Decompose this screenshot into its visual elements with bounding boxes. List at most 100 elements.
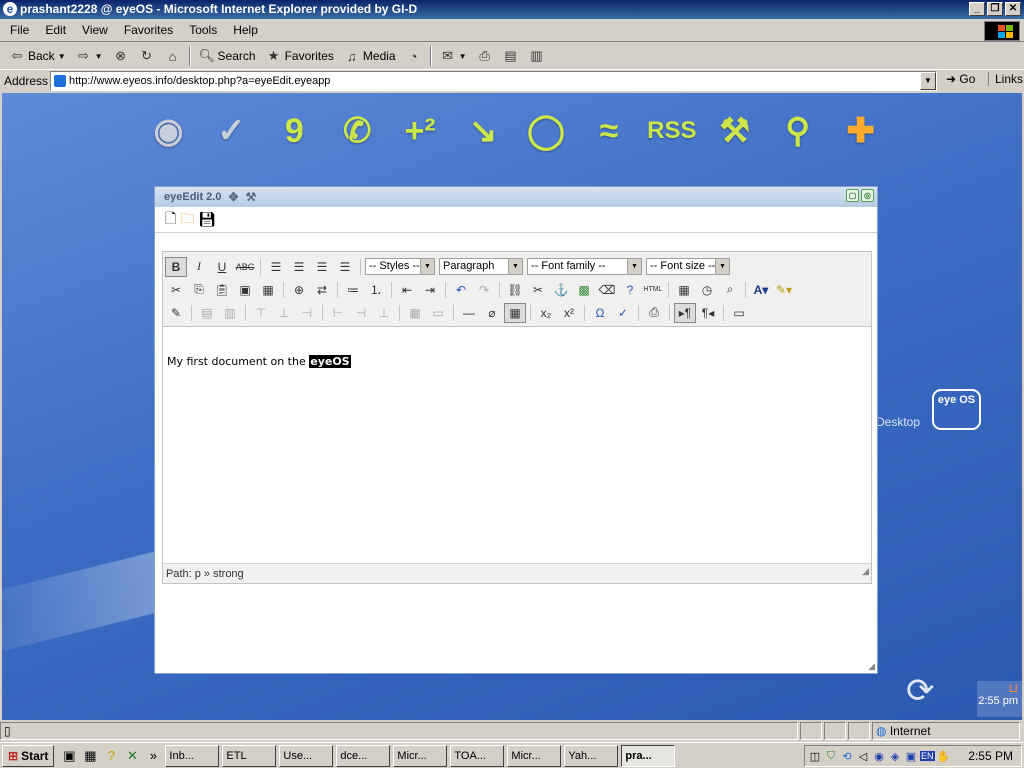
tray-clock[interactable]: 2:55 PM	[968, 749, 1013, 763]
paste-icon[interactable]: 📋︎	[211, 280, 233, 300]
text-color-icon[interactable]: A▾	[750, 280, 772, 300]
redo-icon[interactable]: ↷	[473, 280, 495, 300]
task-micr-1[interactable]: Micr...	[393, 744, 448, 767]
image-icon[interactable]: ▩	[573, 280, 595, 300]
minimize-button[interactable]: _	[969, 2, 985, 16]
go-button[interactable]: ➜ Go	[946, 72, 975, 86]
remove-format-icon[interactable]: ⌀	[481, 303, 503, 323]
menu-tools[interactable]: Tools	[181, 23, 225, 37]
menu-file[interactable]: File	[2, 23, 37, 37]
plus-icon[interactable]: ✚	[834, 107, 887, 155]
new-document-icon[interactable]: 🗋	[165, 208, 176, 232]
split-cells-icon[interactable]: ▦	[404, 303, 426, 323]
stop-button[interactable]: ⊗	[108, 45, 134, 67]
chat-bubble-icon[interactable]: ◯	[520, 107, 573, 155]
wrench-icon[interactable]: ⚒	[708, 107, 761, 155]
insert-date-icon[interactable]: ▦	[673, 280, 695, 300]
url-dropdown-button[interactable]: ▼	[920, 72, 936, 90]
html-source-button[interactable]: HTML	[642, 280, 664, 300]
history-button[interactable]: ◔	[401, 45, 427, 67]
open-folder-icon[interactable]: 🗀	[180, 208, 194, 232]
insert-time-icon[interactable]: ◷	[696, 280, 718, 300]
spellcheck-icon[interactable]: ✓	[612, 303, 634, 323]
help-icon[interactable]: ?	[619, 280, 641, 300]
delete-col-icon[interactable]: ⊥	[373, 303, 395, 323]
font-size-select[interactable]: -- Font size --	[646, 258, 730, 275]
find-icon[interactable]: ⊕	[288, 280, 310, 300]
paste-word-icon[interactable]: ▦	[257, 280, 279, 300]
search-button[interactable]: 🔍︎ Search	[194, 45, 261, 67]
special-char-icon[interactable]: Ω	[589, 303, 611, 323]
pin-icon[interactable]: ⚲	[771, 107, 824, 155]
font-family-select[interactable]: -- Font family --	[527, 258, 642, 275]
row-after-icon[interactable]: ⊥	[273, 303, 295, 323]
print-button[interactable]: ⎙	[472, 45, 498, 67]
numbered-list-icon[interactable]: ⒈	[365, 280, 387, 300]
help-icon[interactable]: ?	[102, 748, 120, 763]
rtl-icon[interactable]: ¶◂	[697, 303, 719, 323]
bullet-list-icon[interactable]: ≔	[342, 280, 364, 300]
pointer-icon[interactable]: ↘	[457, 107, 510, 155]
align-right-button[interactable]: ☰	[311, 257, 333, 277]
editor-content-area[interactable]: My first document on the eyeOS	[163, 325, 871, 565]
col-before-icon[interactable]: ⊢	[327, 303, 349, 323]
anchor-icon[interactable]: ⚓	[550, 280, 572, 300]
window-resize-grip-icon[interactable]: ◢	[868, 661, 875, 672]
outdent-icon[interactable]: ⇤	[396, 280, 418, 300]
network-icon[interactable]: ◫	[808, 750, 822, 763]
task-yah[interactable]: Yah...	[564, 744, 619, 767]
align-left-button[interactable]: ☰	[265, 257, 287, 277]
connection-icon[interactable]: ▣	[904, 750, 918, 763]
menu-edit[interactable]: Edit	[37, 23, 74, 37]
underline-button[interactable]: U	[211, 257, 233, 277]
path-value[interactable]: p » strong	[195, 568, 244, 580]
restore-button[interactable]: ❐	[987, 2, 1003, 16]
undo-icon[interactable]: ↶	[450, 280, 472, 300]
start-button[interactable]: ⊞ Start	[2, 744, 55, 767]
subscript-icon[interactable]: x₂	[535, 303, 557, 323]
eyeos-logo[interactable]: eye OS	[932, 389, 981, 430]
menu-view[interactable]: View	[74, 23, 116, 37]
background-color-icon[interactable]: ✎▾	[773, 280, 795, 300]
task-etl[interactable]: ETL	[222, 744, 277, 767]
language-indicator[interactable]: EN	[920, 751, 935, 761]
home-button[interactable]: ⌂	[160, 45, 186, 67]
discuss-button[interactable]: ▥	[524, 45, 550, 67]
styles-select[interactable]: -- Styles --	[365, 258, 435, 275]
merge-cells-icon[interactable]: ▭	[427, 303, 449, 323]
task-toa[interactable]: TOA...	[450, 744, 505, 767]
format-select[interactable]: Paragraph	[439, 258, 523, 275]
window-close-button[interactable]: ◎	[861, 189, 874, 202]
strikethrough-button[interactable]: ABC	[234, 257, 256, 277]
back-button[interactable]: ⇦ Back ▼	[4, 45, 71, 67]
cell-props-icon[interactable]: ▥	[219, 303, 241, 323]
resize-grip-icon[interactable]: ◢	[862, 561, 869, 581]
media-button[interactable]: ♫ Media	[339, 45, 401, 67]
task-pra[interactable]: pra...	[621, 744, 676, 767]
italic-button[interactable]: I	[188, 257, 210, 277]
cleanup-icon[interactable]: ⌫	[596, 280, 618, 300]
phone-icon[interactable]: ✆	[331, 107, 384, 155]
fullscreen-icon[interactable]: ▭	[728, 303, 750, 323]
rss-icon[interactable]: RSS	[645, 107, 698, 155]
menu-help[interactable]: Help	[225, 23, 266, 37]
links-button[interactable]: Links	[988, 72, 1023, 86]
refresh-button[interactable]: ↻	[134, 45, 160, 67]
task-dce[interactable]: dce...	[336, 744, 391, 767]
shield-icon[interactable]: ⛉	[824, 750, 838, 763]
settings-icon[interactable]: ⚒	[246, 190, 257, 204]
row-before-icon[interactable]: ⊤	[250, 303, 272, 323]
task-inbox[interactable]: Inb...	[165, 744, 220, 767]
antivirus-icon[interactable]: ◉	[872, 750, 886, 763]
bold-button[interactable]: B	[165, 256, 187, 277]
more-icon[interactable]: »	[144, 748, 162, 763]
insert-table-icon[interactable]: ▦	[504, 302, 526, 323]
ltr-icon[interactable]: ▸¶	[674, 302, 696, 323]
table-props-icon[interactable]: ▤	[196, 303, 218, 323]
preview-icon[interactable]: ⌕	[719, 280, 741, 300]
edit-check-icon[interactable]: ✓	[205, 107, 258, 155]
window-minimize-button[interactable]: ▢	[846, 189, 859, 202]
align-justify-button[interactable]: ☰	[334, 257, 356, 277]
move-icon[interactable]: ✥	[228, 190, 238, 204]
col-after-icon[interactable]: ⊣	[350, 303, 372, 323]
